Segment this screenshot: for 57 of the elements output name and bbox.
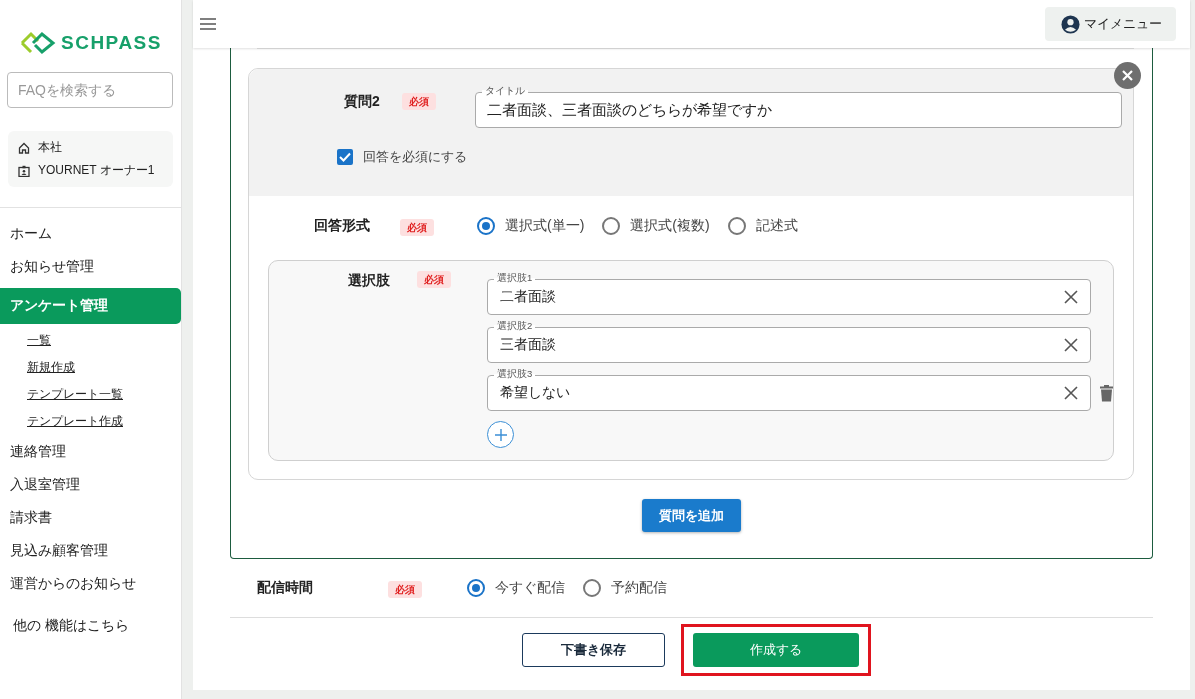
- radio-label: 記述式: [755, 217, 798, 235]
- add-choice-button[interactable]: [487, 421, 514, 448]
- nav-sub-link[interactable]: テンプレート作成: [0, 409, 181, 436]
- nav-item[interactable]: 見込み顧客管理: [0, 535, 181, 568]
- radio-button[interactable]: [602, 217, 621, 235]
- nav-item[interactable]: 入退室管理: [0, 469, 181, 502]
- answer-type-label: 回答形式: [314, 217, 371, 235]
- clear-icon[interactable]: [1064, 338, 1078, 352]
- radio-label: 選択式(単一): [505, 217, 585, 235]
- home-icon: [18, 141, 30, 154]
- create-button[interactable]: 作成する: [692, 633, 859, 667]
- nav-item[interactable]: ホーム: [0, 218, 181, 251]
- save-draft-button[interactable]: 下書き保存: [521, 633, 665, 667]
- radio-button[interactable]: [467, 579, 485, 597]
- nav-sub-link[interactable]: 一覧: [0, 328, 181, 355]
- field-label: 選択肢1: [494, 272, 536, 283]
- nav-item[interactable]: 連絡管理: [0, 436, 181, 469]
- radio-button[interactable]: [583, 579, 601, 597]
- logo-text: SCHPASS: [61, 31, 162, 54]
- radio-button[interactable]: [727, 217, 746, 235]
- clear-icon[interactable]: [1064, 386, 1078, 400]
- radio-button[interactable]: [477, 217, 495, 235]
- trash-icon[interactable]: [1100, 384, 1113, 402]
- nav-sub-link[interactable]: テンプレート一覧: [0, 382, 181, 409]
- choices-label: 選択肢: [348, 272, 391, 290]
- field-label: 選択肢3: [494, 368, 536, 379]
- checkbox-label: 回答を必須にする: [363, 148, 467, 166]
- radio-label: 選択式(複数): [630, 217, 710, 235]
- radio-label: 予約配信: [611, 579, 667, 597]
- more-features-link[interactable]: 他の 機能はこちら: [0, 601, 181, 635]
- nav-sub-link[interactable]: 新規作成: [0, 355, 181, 382]
- question-label: 質問2: [344, 93, 381, 111]
- nav-item[interactable]: アンケート管理: [0, 288, 181, 324]
- my-menu-button[interactable]: マイメニュー: [1045, 7, 1176, 41]
- plus-icon: [494, 428, 507, 441]
- checkbox[interactable]: [337, 149, 353, 165]
- office-name: 本社: [38, 139, 62, 156]
- add-question-button[interactable]: 質問を追加: [641, 499, 741, 532]
- clear-icon[interactable]: [1064, 290, 1078, 304]
- field-label: 選択肢2: [494, 320, 536, 331]
- nav-item[interactable]: お知らせ管理: [0, 251, 181, 284]
- close-icon[interactable]: [1114, 62, 1141, 89]
- nav-item[interactable]: 請求書: [0, 502, 181, 535]
- required-badge: 必須: [388, 580, 422, 598]
- field-label: タイトル: [482, 85, 528, 96]
- badge-id-icon: [18, 164, 30, 177]
- required-badge: 必須: [400, 218, 434, 236]
- required-badge: 必須: [402, 93, 436, 110]
- account-icon: [1061, 14, 1080, 34]
- user-name: YOURNET オーナー1: [38, 162, 155, 179]
- delivery-time-label: 配信時間: [257, 579, 314, 597]
- logo-icon: [20, 29, 56, 56]
- nav-item[interactable]: 運営からのお知らせ: [0, 568, 181, 601]
- menu-icon[interactable]: [199, 17, 217, 31]
- required-badge: 必須: [417, 271, 451, 288]
- radio-label: 今すぐ配信: [495, 579, 565, 597]
- faq-search-field[interactable]: FAQを検索する: [7, 72, 173, 108]
